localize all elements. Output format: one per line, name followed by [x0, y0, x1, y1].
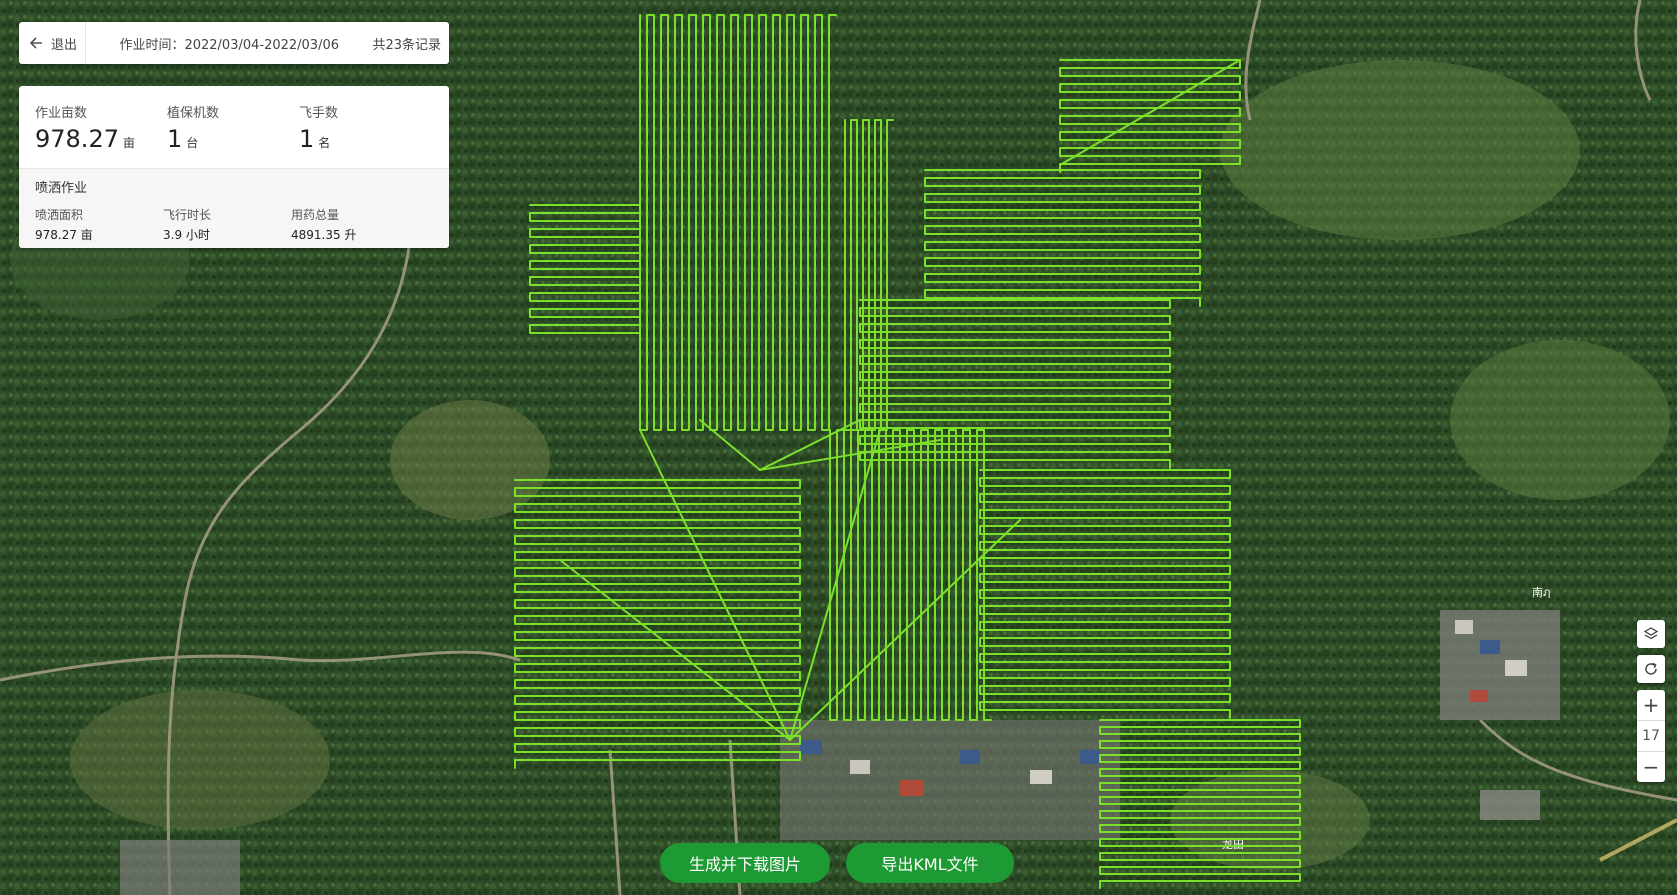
top-bar: 退出 作业时间：2022/03/04-2022/03/06 共23条记录 — [19, 22, 449, 64]
arrow-left-icon — [29, 37, 42, 49]
stat-pilots: 飞手数 1名 — [299, 86, 431, 168]
exit-button[interactable]: 退出 — [19, 22, 87, 64]
stats-panel: 作业亩数 978.27 亩 植保机数 1台 飞手数 1名 喷洒作业 喷洒面积 97… — [19, 86, 449, 248]
spray-flight-time-value: 3.9 小时 — [163, 228, 210, 242]
record-count[interactable]: 共23条记录 — [372, 34, 449, 53]
spray-title: 喷洒作业 — [35, 181, 88, 196]
zoom-control: + 17 − — [1637, 690, 1665, 782]
stat-pilots-unit: 名 — [318, 136, 331, 150]
stat-machines: 植保机数 1台 — [167, 86, 299, 168]
zoom-level: 17 — [1637, 720, 1665, 752]
spray-flight-time-label: 飞行时长 — [163, 208, 212, 222]
spray-area-label: 喷洒面积 — [35, 208, 84, 222]
export-kml-button[interactable]: 导出KML文件 — [846, 843, 1014, 883]
refresh-button[interactable] — [1637, 655, 1665, 683]
layers-icon — [1643, 627, 1659, 640]
spray-area: 喷洒面积 978.27 亩 — [35, 206, 163, 243]
refresh-icon — [1645, 662, 1657, 675]
zoom-in-button[interactable]: + — [1637, 690, 1665, 720]
spray-pesticide-value: 4891.35 升 — [291, 228, 357, 242]
generate-image-button[interactable]: 生成并下载图片 — [660, 843, 830, 883]
stat-pilots-value: 1 — [299, 125, 315, 153]
stat-machines-label: 植保机数 — [167, 106, 220, 121]
spray-section: 喷洒作业 喷洒面积 978.27 亩 飞行时长 3.9 小时 用药总量 4891… — [19, 168, 449, 248]
zoom-out-button[interactable]: − — [1637, 752, 1665, 782]
place-label-nan: 南ฦ — [1532, 586, 1550, 599]
summary-row: 作业亩数 978.27 亩 植保机数 1台 飞手数 1名 — [19, 86, 449, 168]
spray-pesticide: 用药总量 4891.35 升 — [291, 206, 419, 243]
layers-button[interactable] — [1637, 620, 1665, 648]
stat-area-label: 作业亩数 — [35, 106, 88, 121]
exit-label: 退出 — [51, 37, 78, 53]
spray-pesticide-label: 用药总量 — [291, 208, 340, 222]
spray-area-value: 978.27 亩 — [35, 228, 93, 242]
work-time: 作业时间：2022/03/04-2022/03/06 — [119, 37, 339, 53]
stat-pilots-label: 飞手数 — [299, 106, 339, 121]
stat-machines-unit: 台 — [186, 136, 199, 150]
stat-area: 作业亩数 978.27 亩 — [35, 86, 167, 168]
stat-machines-value: 1 — [167, 125, 183, 153]
spray-flight-time: 飞行时长 3.9 小时 — [163, 206, 291, 243]
stat-area-value: 978.27 — [35, 125, 119, 153]
stat-area-unit: 亩 — [122, 136, 135, 150]
